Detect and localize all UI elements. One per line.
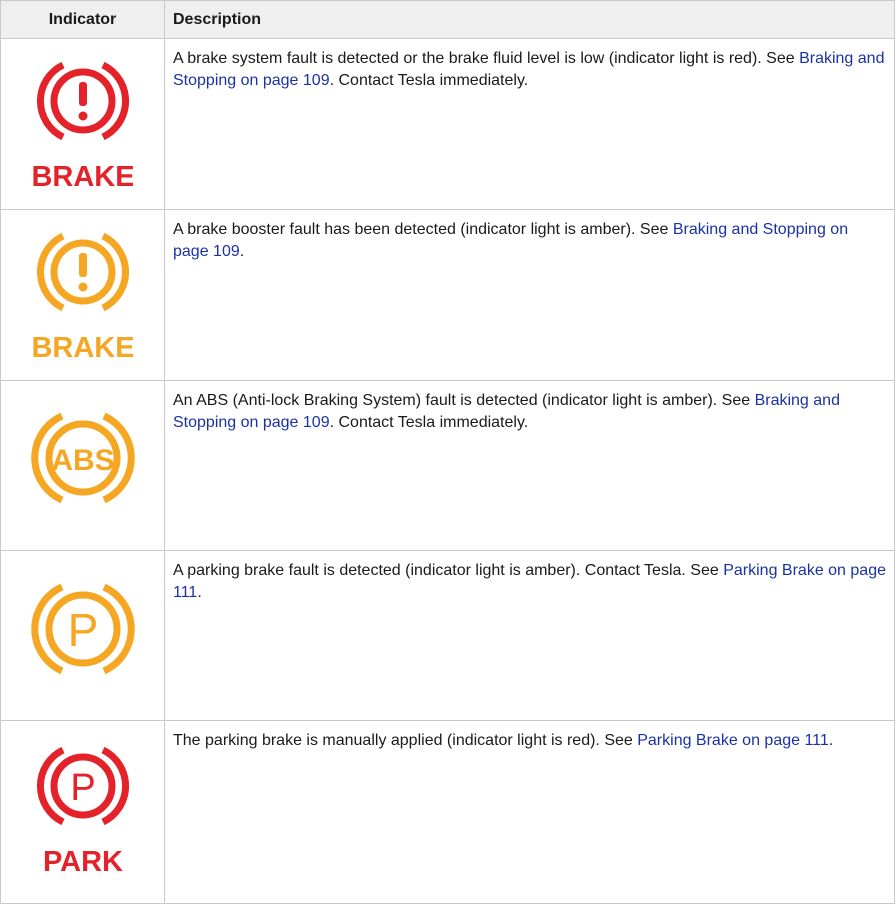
- description-text: The parking brake is manually applied (i…: [173, 732, 638, 749]
- icon-label: P: [67, 604, 98, 656]
- table-row: P PARK The parking brake is manually app…: [0, 720, 895, 904]
- description-cell: An ABS (Anti-lock Braking System) fault …: [164, 380, 895, 551]
- brake-red-icon: BRAKE: [1, 48, 164, 198]
- table-row: BRAKE A brake booster fault has been det…: [0, 209, 895, 381]
- indicator-cell: ABS: [0, 380, 165, 551]
- description-cell: A brake booster fault has been detected …: [164, 209, 895, 381]
- table-row: P A parking brake fault is detected (ind…: [0, 550, 895, 721]
- icon-label: BRAKE: [33, 161, 133, 193]
- description-text: . Contact Tesla immediately.: [329, 72, 529, 89]
- abs-amber-icon: ABS: [1, 404, 164, 514]
- parking-brake-fault-amber-icon: P: [1, 575, 164, 685]
- icon-label: P: [70, 767, 95, 809]
- description-text: An ABS (Anti-lock Braking System) fault …: [173, 392, 755, 409]
- icon-label: BRAKE: [33, 332, 133, 364]
- table-row: BRAKE A brake system fault is detected o…: [0, 38, 895, 210]
- brake-amber-icon: BRAKE: [1, 219, 164, 369]
- description-text: . Contact Tesla immediately.: [329, 414, 529, 431]
- description-text: .: [828, 732, 834, 749]
- indicator-cell: P: [0, 550, 165, 721]
- description-column-header: Description: [164, 0, 895, 39]
- description-text: A parking brake fault is detected (indic…: [173, 562, 724, 579]
- description-text: .: [239, 243, 245, 260]
- indicator-cell: BRAKE: [0, 209, 165, 381]
- indicator-table: Indicator Description BRAKE A brake syst…: [0, 0, 895, 904]
- description-cell: The parking brake is manually applied (i…: [164, 720, 895, 904]
- description-text: .: [197, 584, 202, 601]
- description-text: A brake booster fault has been detected …: [173, 221, 673, 238]
- indicator-column-header: Indicator: [0, 0, 165, 39]
- park-red-icon: P PARK: [1, 733, 164, 883]
- icon-label: ABS: [51, 444, 114, 477]
- description-cell: A brake system fault is detected or the …: [164, 38, 895, 210]
- page-link[interactable]: Parking Brake on page 111: [637, 732, 829, 749]
- indicator-cell: BRAKE: [0, 38, 165, 210]
- description-cell: A parking brake fault is detected (indic…: [164, 550, 895, 721]
- indicator-cell: P PARK: [0, 720, 165, 904]
- table-header-row: Indicator Description: [0, 0, 895, 39]
- description-text: A brake system fault is detected or the …: [173, 50, 800, 67]
- icon-sublabel: PARK: [42, 846, 122, 878]
- table-row: ABS An ABS (Anti-lock Braking System) fa…: [0, 380, 895, 551]
